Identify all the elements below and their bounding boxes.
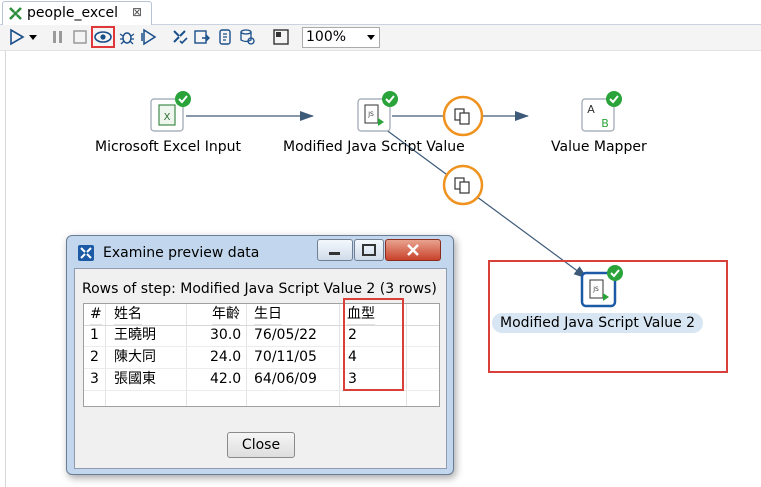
table-cell: 64/06/09 [254, 371, 317, 387]
chevron-down-icon [367, 35, 375, 40]
table-cell: 42.0 [210, 371, 242, 387]
table-cell: 2 [90, 349, 99, 365]
rows-of-step-label: Rows of step: Modified Java Script Value… [82, 281, 437, 297]
verify-icon[interactable] [171, 28, 189, 46]
dialog-body: Rows of step: Modified Java Script Value… [74, 268, 447, 469]
transformation-icon [8, 6, 23, 21]
column-header-birthday[interactable]: 生日 [254, 304, 282, 325]
sql-icon[interactable] [216, 28, 234, 46]
table-cell: 24.0 [210, 349, 242, 365]
preview-icon[interactable] [91, 26, 115, 48]
step-label-value-mapper[interactable]: Value Mapper [551, 139, 647, 155]
replay-icon[interactable] [140, 28, 158, 46]
show-results-icon[interactable] [272, 28, 290, 46]
table-cell: 3 [90, 371, 99, 387]
highlight-box [488, 260, 728, 373]
run-dropdown-icon[interactable] [27, 28, 39, 46]
editor-tab-bar: people_excel ⊠ [0, 0, 761, 25]
column-header-age[interactable]: 年齡 [212, 304, 240, 325]
table-cell: 1 [90, 327, 99, 343]
close-icon[interactable]: ⊠ [132, 5, 142, 19]
dialog-title: Examine preview data [103, 245, 260, 261]
run-icon[interactable] [8, 28, 26, 46]
explore-db-icon[interactable] [238, 28, 256, 46]
column-header-name[interactable]: 姓名 [114, 304, 142, 325]
column-header-index[interactable]: # [90, 304, 102, 325]
tab-people-excel[interactable]: people_excel ⊠ [2, 1, 152, 25]
dialog-app-icon [78, 245, 94, 261]
table-cell: 陳大同 [114, 349, 156, 365]
transformation-toolbar: 100% [0, 25, 761, 51]
step-label-excel-input[interactable]: Microsoft Excel Input [95, 139, 241, 155]
table-cell: 王曉明 [114, 327, 156, 343]
stop-icon[interactable] [71, 28, 89, 46]
pause-icon[interactable] [49, 28, 67, 46]
step-label-js1[interactable]: Modified Java Script Value [283, 139, 465, 155]
impact-icon[interactable] [193, 28, 211, 46]
table-cell: 張國東 [114, 371, 156, 387]
zoom-value: 100% [306, 29, 347, 45]
debug-icon[interactable] [118, 28, 136, 46]
minimize-button[interactable] [317, 239, 353, 261]
tab-label: people_excel [27, 5, 119, 21]
examine-preview-dialog: Examine preview data Rows of step: Modif… [66, 235, 454, 475]
preview-table[interactable]: # 姓名 年齡 生日 血型 1 王曉明 30.0 76/05/22 2 2 陳大… [83, 298, 440, 407]
maximize-button[interactable] [354, 239, 384, 261]
zoom-select[interactable]: 100% [302, 27, 380, 48]
close-window-button[interactable] [385, 239, 441, 261]
table-cell: 76/05/22 [254, 327, 317, 343]
table-cell: 70/11/05 [254, 349, 317, 365]
highlight-box [343, 298, 404, 391]
close-button[interactable]: Close [227, 432, 295, 458]
table-cell: 30.0 [210, 327, 242, 343]
